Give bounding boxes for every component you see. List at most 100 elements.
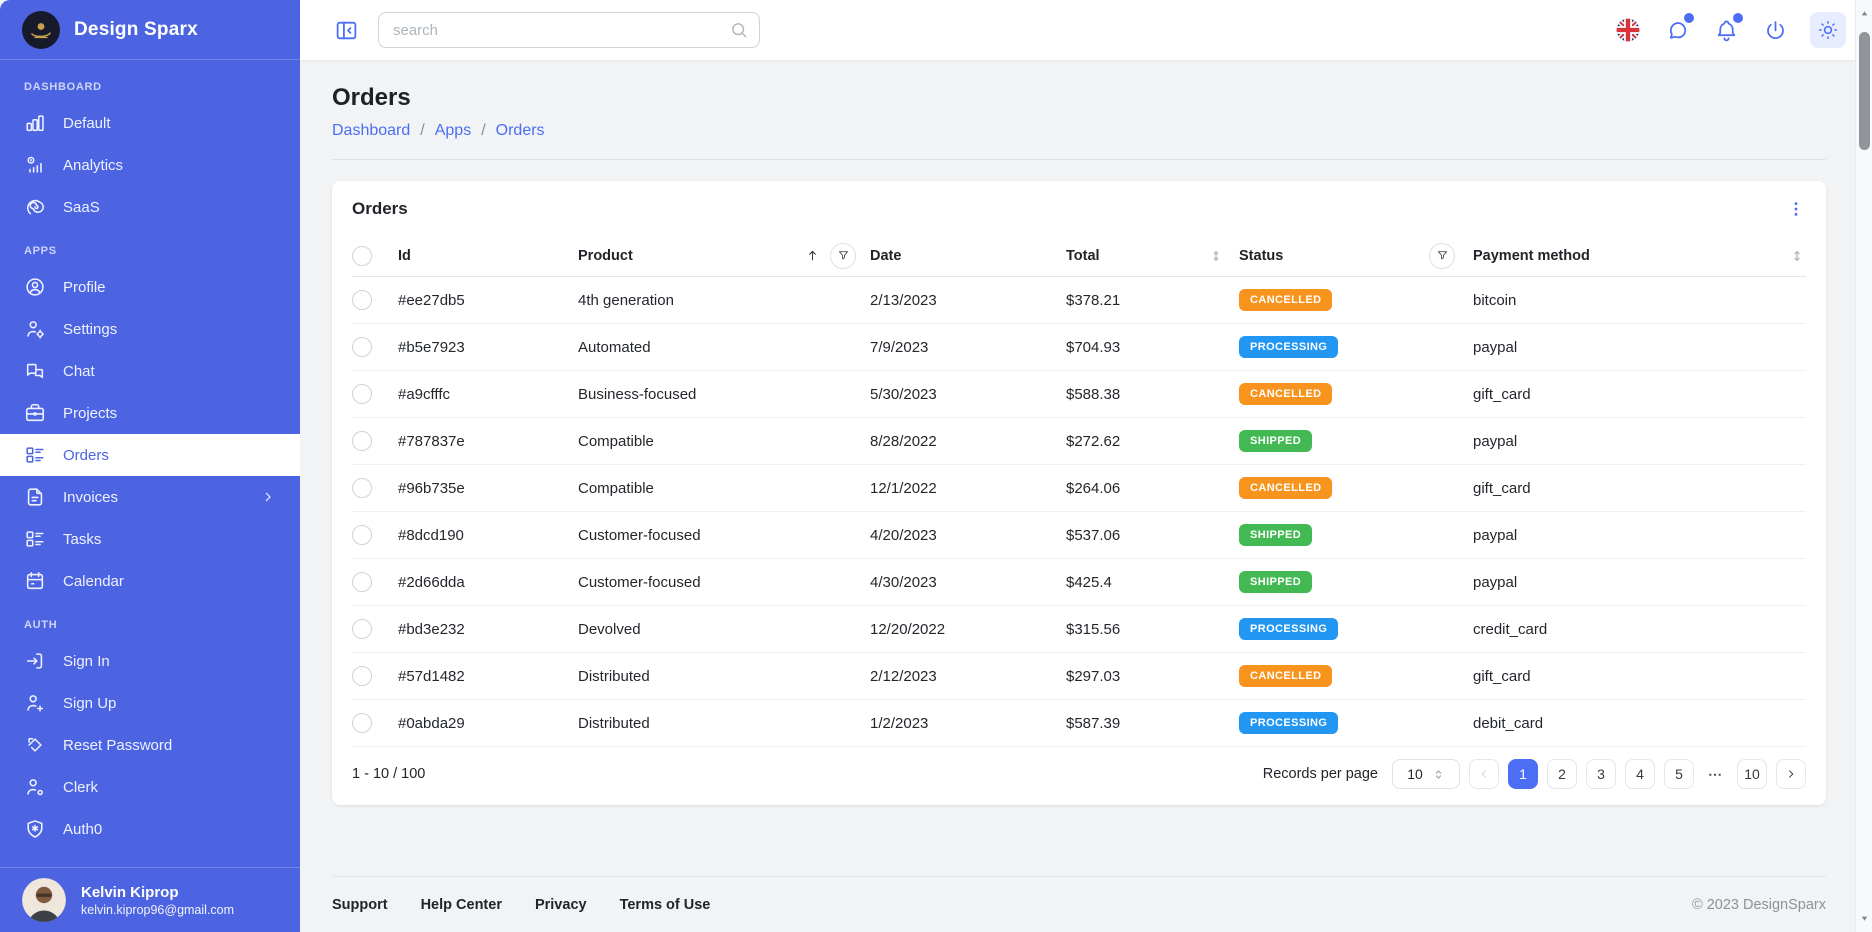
sidebar-item-label: Settings <box>63 321 117 338</box>
order-product: Automated <box>578 339 870 356</box>
next-page-button[interactable] <box>1776 759 1806 789</box>
select-all-checkbox[interactable] <box>352 246 372 266</box>
footer-link-privacy[interactable]: Privacy <box>535 897 587 913</box>
table-row[interactable]: #a9cfffcBusiness-focused5/30/2023$588.38… <box>352 371 1806 418</box>
column-header-total[interactable]: Total <box>1066 248 1239 264</box>
status-badge: PROCESSING <box>1239 712 1338 734</box>
filter-button-status[interactable] <box>1429 243 1455 269</box>
table-row[interactable]: #bd3e232Devolved12/20/2022$315.56PROCESS… <box>352 606 1806 653</box>
sidebar-item-auth0[interactable]: Auth0 <box>0 808 300 850</box>
column-header-id[interactable]: Id <box>398 248 578 264</box>
user-card[interactable]: Kelvin Kiprop kelvin.kiprop96@gmail.com <box>0 867 300 932</box>
sidebar-item-default[interactable]: Default <box>0 102 300 144</box>
page-button-2[interactable]: 2 <box>1547 759 1577 789</box>
sidebar-item-label: Invoices <box>63 489 118 506</box>
sidebar-item-profile[interactable]: Profile <box>0 266 300 308</box>
page-scrollbar[interactable] <box>1855 0 1872 932</box>
file-invoice-icon <box>24 486 46 508</box>
row-checkbox[interactable] <box>352 337 372 357</box>
footer-link-support[interactable]: Support <box>332 897 388 913</box>
sidebar-item-tasks[interactable]: Tasks <box>0 518 300 560</box>
column-header-product[interactable]: Product <box>578 243 870 269</box>
card-menu-button[interactable] <box>1786 199 1806 219</box>
logout-button[interactable] <box>1761 16 1789 44</box>
sort-ascending-icon[interactable] <box>805 248 820 263</box>
sort-toggle-icon[interactable] <box>1209 249 1223 263</box>
sidebar-item-reset-password[interactable]: Reset Password <box>0 724 300 766</box>
breadcrumb-link-dashboard[interactable]: Dashboard <box>332 122 410 140</box>
scrollbar-thumb[interactable] <box>1859 32 1870 150</box>
column-header-date[interactable]: Date <box>870 248 1066 264</box>
table-row[interactable]: #0abda29Distributed1/2/2023$587.39PROCES… <box>352 700 1806 747</box>
column-header-status[interactable]: Status <box>1239 243 1473 269</box>
breadcrumb-link-apps[interactable]: Apps <box>435 122 471 140</box>
sidebar-item-clerk[interactable]: Clerk <box>0 766 300 808</box>
page-button-5[interactable]: 5 <box>1664 759 1694 789</box>
page-button-4[interactable]: 4 <box>1625 759 1655 789</box>
table-row[interactable]: #57d1482Distributed2/12/2023$297.03CANCE… <box>352 653 1806 700</box>
filter-button-product[interactable] <box>830 243 856 269</box>
order-product: 4th generation <box>578 292 870 309</box>
chart-bar-icon <box>24 112 46 134</box>
sidebar-item-invoices[interactable]: Invoices <box>0 476 300 518</box>
order-payment-method: paypal <box>1473 574 1806 591</box>
sidebar-item-saas[interactable]: SaaS <box>0 186 300 228</box>
notifications-button[interactable] <box>1712 16 1740 44</box>
table-row[interactable]: #ee27db54th generation2/13/2023$378.21CA… <box>352 277 1806 324</box>
search-icon <box>729 20 749 40</box>
scroll-down-arrow-icon[interactable] <box>1856 913 1872 924</box>
table-body: #ee27db54th generation2/13/2023$378.21CA… <box>352 277 1806 747</box>
spiral-icon <box>24 196 46 218</box>
previous-page-button[interactable] <box>1469 759 1499 789</box>
language-flag-button[interactable] <box>1614 16 1642 44</box>
order-total: $297.03 <box>1066 668 1239 685</box>
records-per-page-select[interactable]: 10 <box>1392 759 1460 789</box>
order-date: 7/9/2023 <box>870 339 1066 356</box>
sidebar-item-label: SaaS <box>63 199 100 216</box>
row-checkbox[interactable] <box>352 478 372 498</box>
breadcrumb-separator: / <box>420 122 424 140</box>
row-checkbox[interactable] <box>352 525 372 545</box>
page-button-10[interactable]: 10 <box>1737 759 1767 789</box>
row-checkbox[interactable] <box>352 384 372 404</box>
table-row[interactable]: #8dcd190Customer-focused4/20/2023$537.06… <box>352 512 1806 559</box>
row-checkbox[interactable] <box>352 713 372 733</box>
row-checkbox[interactable] <box>352 619 372 639</box>
sidebar-item-orders[interactable]: Orders <box>0 434 300 476</box>
order-total: $378.21 <box>1066 292 1239 309</box>
messages-badge-dot <box>1684 13 1694 23</box>
row-checkbox[interactable] <box>352 431 372 451</box>
table-row[interactable]: #787837eCompatible8/28/2022$272.62SHIPPE… <box>352 418 1806 465</box>
row-checkbox[interactable] <box>352 290 372 310</box>
pagination-ellipsis: ⋯ <box>1703 759 1728 789</box>
footer-link-terms-of-use[interactable]: Terms of Use <box>620 897 711 913</box>
sidebar-item-chat[interactable]: Chat <box>0 350 300 392</box>
sidebar-item-settings[interactable]: Settings <box>0 308 300 350</box>
sidebar-item-calendar[interactable]: Calendar <box>0 560 300 602</box>
sidebar-item-projects[interactable]: Projects <box>0 392 300 434</box>
brand[interactable]: Design Sparx <box>0 0 300 60</box>
sidebar-item-label: Orders <box>63 447 109 464</box>
sidebar-item-sign-up[interactable]: Sign Up <box>0 682 300 724</box>
sidebar-item-analytics[interactable]: Analytics <box>0 144 300 186</box>
sort-toggle-icon[interactable] <box>1790 249 1804 263</box>
sidebar-item-sign-in[interactable]: Sign In <box>0 640 300 682</box>
order-product: Distributed <box>578 668 870 685</box>
scroll-up-arrow-icon[interactable] <box>1856 8 1872 19</box>
column-header-payment-method[interactable]: Payment method <box>1473 248 1806 264</box>
records-per-page-value: 10 <box>1407 766 1423 782</box>
footer-link-help-center[interactable]: Help Center <box>421 897 502 913</box>
theme-toggle-button[interactable] <box>1810 12 1846 48</box>
table-row[interactable]: #2d66ddaCustomer-focused4/30/2023$425.4S… <box>352 559 1806 606</box>
sidebar-collapse-button[interactable] <box>332 16 360 44</box>
messages-button[interactable] <box>1663 16 1691 44</box>
page-button-1[interactable]: 1 <box>1508 759 1538 789</box>
breadcrumb-link-orders[interactable]: Orders <box>496 122 545 140</box>
page-button-3[interactable]: 3 <box>1586 759 1616 789</box>
search-input[interactable] <box>393 22 721 39</box>
row-checkbox[interactable] <box>352 572 372 592</box>
row-checkbox[interactable] <box>352 666 372 686</box>
table-row[interactable]: #96b735eCompatible12/1/2022$264.06CANCEL… <box>352 465 1806 512</box>
footer: SupportHelp CenterPrivacyTerms of Use © … <box>332 876 1826 932</box>
table-row[interactable]: #b5e7923Automated7/9/2023$704.93PROCESSI… <box>352 324 1806 371</box>
